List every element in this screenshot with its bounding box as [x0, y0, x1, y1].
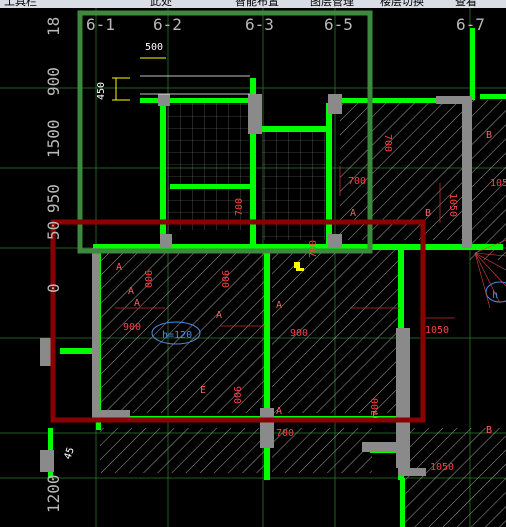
- height-label: h=120: [162, 330, 192, 341]
- svg-text:A: A: [134, 298, 140, 309]
- axis-label-6-3: 6-3: [245, 15, 274, 34]
- svg-text:1050: 1050: [425, 325, 449, 336]
- svg-text:1050: 1050: [447, 193, 458, 217]
- left-dim-1500: 1500: [44, 119, 63, 158]
- toolbar-item-6[interactable]: 查看: [455, 0, 477, 8]
- angle-label: 45: [62, 446, 76, 461]
- dimension-texts: 500 450: [96, 42, 163, 100]
- drawing-svg: 6-1 6-2 6-3 6-5 6-7 18 900 1500 950 50 0…: [0, 8, 506, 527]
- svg-text:700: 700: [276, 428, 294, 439]
- svg-text:700: 700: [348, 176, 366, 187]
- top-axis-labels: 6-1 6-2 6-3 6-5 6-7: [86, 15, 485, 34]
- svg-text:B: B: [425, 208, 431, 219]
- svg-text:h: h: [492, 290, 498, 301]
- dim-450: 450: [96, 82, 107, 100]
- svg-text:B: B: [486, 130, 492, 141]
- svg-text:900: 900: [231, 386, 242, 404]
- svg-text:900: 900: [290, 328, 308, 339]
- left-dim-950: 950: [44, 184, 63, 213]
- svg-text:900: 900: [142, 270, 153, 288]
- svg-text:B: B: [486, 425, 492, 436]
- left-dim-18: 18: [44, 17, 63, 36]
- svg-text:A: A: [128, 286, 134, 297]
- toolbar-item-4[interactable]: 图层管理: [310, 0, 354, 8]
- svg-text:A: A: [216, 310, 222, 321]
- svg-text:A: A: [276, 300, 282, 311]
- toolbar-item-3[interactable]: 智能布置: [235, 0, 279, 8]
- axis-label-6-2: 6-2: [153, 15, 182, 34]
- svg-text:1050: 1050: [430, 462, 454, 473]
- toolbar: 工具栏 此处 智能布置 图层管理 楼层切换 查看: [0, 0, 506, 8]
- left-dim-1200: 1200: [44, 474, 63, 513]
- svg-text:700: 700: [234, 198, 245, 216]
- svg-text:700: 700: [308, 240, 319, 258]
- svg-text:105: 105: [490, 178, 506, 189]
- toolbar-item-1[interactable]: 工具栏: [4, 0, 37, 8]
- svg-text:700: 700: [382, 134, 393, 152]
- toolbar-item-2[interactable]: 此处: [150, 0, 172, 8]
- svg-text:E: E: [372, 410, 378, 421]
- svg-text:A: A: [116, 262, 122, 273]
- svg-text:A: A: [350, 208, 356, 219]
- svg-text:E: E: [200, 385, 206, 396]
- axis-label-6-5: 6-5: [324, 15, 353, 34]
- axis-label-6-7: 6-7: [456, 15, 485, 34]
- svg-text:A: A: [276, 406, 282, 417]
- left-dim-900: 900: [44, 67, 63, 96]
- axis-label-6-1: 6-1: [86, 15, 115, 34]
- svg-text:900: 900: [219, 270, 230, 288]
- svg-text:900: 900: [123, 322, 141, 333]
- dim-500: 500: [145, 42, 163, 53]
- left-dim-0: 0: [44, 283, 63, 293]
- left-dim-50: 50: [44, 221, 63, 240]
- cad-drawing-canvas[interactable]: 工具栏 此处 智能布置 图层管理 楼层切换 查看 6-1 6-2 6-3 6-5…: [0, 0, 506, 527]
- toolbar-item-5[interactable]: 楼层切换: [380, 0, 424, 8]
